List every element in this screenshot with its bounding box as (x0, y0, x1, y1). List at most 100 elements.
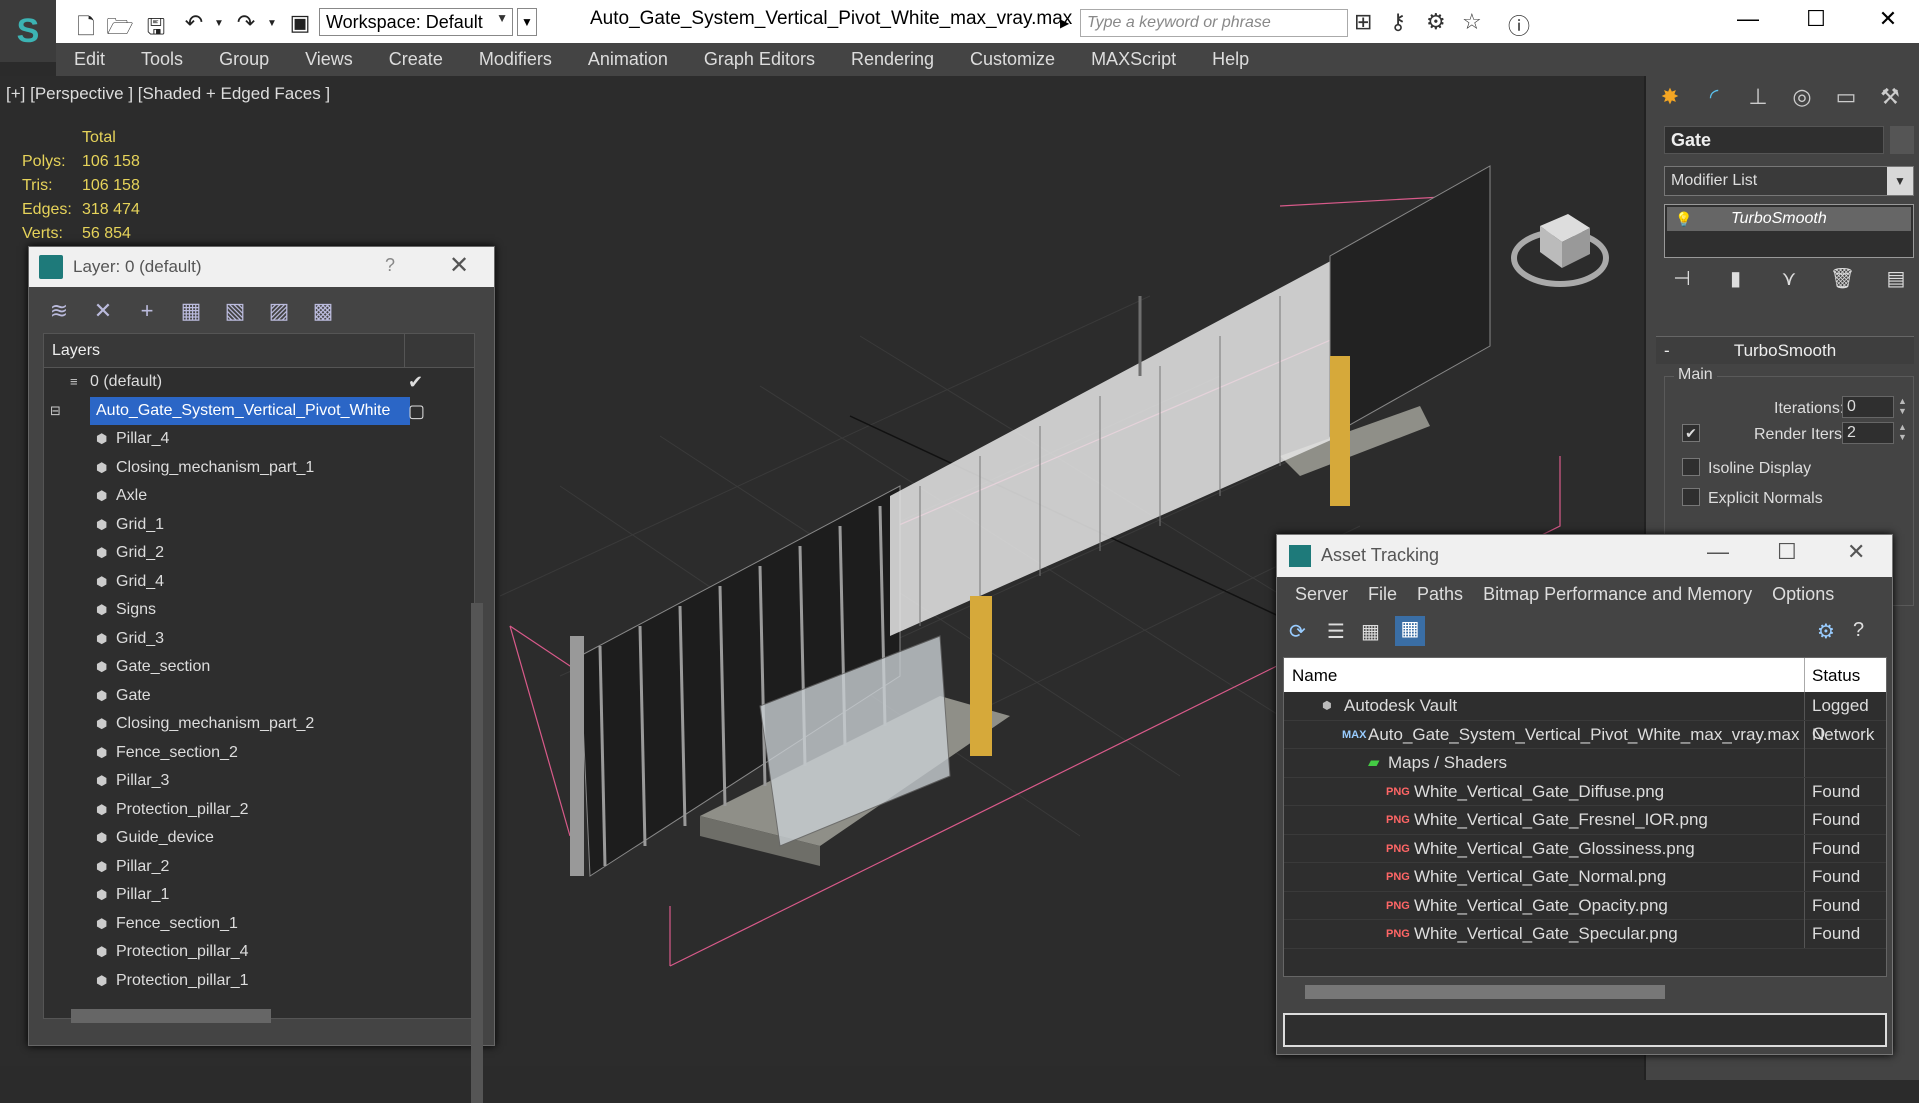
asset-row[interactable]: PNG White_Vertical_Gate_Normal.png Found (1284, 863, 1886, 892)
active-layer-check-icon[interactable]: ✔ (408, 368, 423, 396)
pin-stack-icon[interactable]: ⊣ (1664, 266, 1700, 296)
object-row[interactable]: ⬢ Pillar_4 (44, 425, 474, 454)
server-help-icon[interactable]: ⚙ (1817, 619, 1835, 644)
horizontal-scrollbar[interactable] (71, 1009, 271, 1023)
object-row[interactable]: ⬢ Protection_pillar_4 (44, 938, 474, 967)
menu-animation[interactable]: Animation (570, 49, 686, 70)
modifier-list-dropdown[interactable]: Modifier List ▼ (1664, 166, 1914, 196)
delete-icon[interactable]: ✕ (91, 298, 115, 324)
object-row[interactable]: ⬢ Pillar_2 (44, 853, 474, 882)
object-row[interactable]: ⬢ Fence_section_2 (44, 739, 474, 768)
layers-icon[interactable]: ≋ (47, 298, 71, 324)
search-input[interactable]: Type a keyword or phrase (1080, 9, 1348, 37)
redo-dropdown-icon[interactable]: ▼ (258, 18, 286, 29)
close-button[interactable]: ✕ (1868, 6, 1908, 32)
lightbulb-icon[interactable]: 💡 (1675, 207, 1692, 231)
favorites-star-icon[interactable]: ☆ (1462, 9, 1482, 35)
object-row[interactable]: ⬢ Gate (44, 682, 474, 711)
highlight-layer-icon[interactable]: ▨ (267, 298, 291, 324)
asset-row[interactable]: ▰ Maps / Shaders (1284, 749, 1886, 778)
asset-row[interactable]: PNG White_Vertical_Gate_Fresnel_IOR.png Fo… (1284, 806, 1886, 835)
stack-item-turbosmooth[interactable]: 💡 TurboSmooth (1667, 207, 1911, 231)
workspace-select[interactable]: Workspace: Default ▼ (319, 8, 513, 36)
menu-tools[interactable]: Tools (123, 49, 201, 70)
menu-maxscript[interactable]: MAXScript (1073, 49, 1194, 70)
show-end-result-icon[interactable]: ▮ (1718, 266, 1754, 296)
asset-row[interactable]: PNG White_Vertical_Gate_Specular.png Found (1284, 920, 1886, 949)
minimize-button[interactable]: — (1707, 539, 1729, 565)
hide-layers-icon[interactable]: ▩ (311, 298, 335, 324)
object-row[interactable]: ⬢ Protection_pillar_1 (44, 967, 474, 996)
modify-tab-icon[interactable]: ◜ (1696, 81, 1732, 113)
asset-row[interactable]: ⬢ Autodesk Vault Logged O (1284, 692, 1886, 743)
object-row[interactable]: ⬢ Fence_section_1 (44, 910, 474, 939)
help-icon[interactable]: ⓘ (1508, 9, 1530, 41)
account-icon[interactable]: ⚙ (1426, 9, 1446, 35)
asset-row[interactable]: PNG White_Vertical_Gate_Glossiness.png Fou… (1284, 834, 1886, 863)
menu-edit[interactable]: Edit (56, 49, 123, 70)
maximize-button[interactable]: ☐ (1796, 6, 1836, 32)
hierarchy-tab-icon[interactable]: ⊥ (1740, 81, 1776, 113)
app-logo-icon[interactable]: S (0, 0, 56, 62)
object-name-field[interactable]: Gate (1664, 126, 1884, 154)
add-icon[interactable]: + (135, 298, 159, 324)
workspace-menu-button[interactable]: ▼ (517, 8, 537, 36)
add-to-layer-icon[interactable]: ▦ (179, 298, 203, 324)
menu-views[interactable]: Views (287, 49, 371, 70)
object-row[interactable]: ⬢ Pillar_3 (44, 767, 474, 796)
menu-paths[interactable]: Paths (1407, 584, 1473, 605)
object-row[interactable]: ⬢ Signs (44, 596, 474, 625)
spinner-arrows-icon[interactable]: ▲ ▼ (1898, 422, 1910, 444)
motion-tab-icon[interactable]: ◎ (1784, 81, 1820, 113)
render-iters-spinner[interactable]: 2 (1842, 422, 1894, 444)
object-row[interactable]: ⬢ Grid_2 (44, 539, 474, 568)
set-active-layer-icon[interactable]: ▢ (408, 397, 425, 425)
object-row[interactable]: ⬢ Closing_mechanism_part_2 (44, 710, 474, 739)
key-icon[interactable]: ⚷ (1390, 9, 1406, 35)
collapse-icon[interactable]: ⊟ (50, 397, 61, 425)
display-tab-icon[interactable]: ▭ (1828, 81, 1864, 113)
layer-window-titlebar[interactable]: Layer: 0 (default) ? ✕ (29, 247, 494, 287)
spinner-arrows-icon[interactable]: ▲ ▼ (1898, 396, 1910, 418)
object-row[interactable]: ⬢ Grid_3 (44, 625, 474, 654)
search-expand-icon[interactable]: ▶ (1060, 9, 1076, 37)
thumbnail-view-icon[interactable]: ▦ (1361, 619, 1380, 644)
minimize-button[interactable]: — (1728, 6, 1768, 32)
close-button[interactable]: ✕ (1847, 539, 1865, 565)
utilities-tab-icon[interactable]: ⚒ (1872, 81, 1908, 113)
render-iters-checkbox[interactable]: ✔ (1682, 424, 1700, 442)
horizontal-scrollbar[interactable] (1305, 985, 1665, 999)
close-button[interactable]: ✕ (449, 251, 469, 280)
binoculars-icon[interactable]: ⊞ (1354, 9, 1372, 35)
iterations-spinner[interactable]: 0 (1842, 396, 1894, 418)
object-row[interactable]: ⬢ Grid_1 (44, 511, 474, 540)
undo-icon[interactable]: ↶ (180, 10, 208, 36)
object-row[interactable]: ⬢ Guide_device (44, 824, 474, 853)
remove-modifier-icon[interactable]: 🗑 (1825, 266, 1861, 296)
create-tab-icon[interactable]: ✸ (1652, 81, 1688, 113)
asset-row[interactable]: PNG White_Vertical_Gate_Opacity.png Found (1284, 891, 1886, 920)
menu-file[interactable]: File (1358, 584, 1407, 605)
redo-icon[interactable]: ↷ (232, 10, 260, 36)
object-row[interactable]: ⬢ Closing_mechanism_part_1 (44, 454, 474, 483)
make-unique-icon[interactable]: ⋎ (1771, 266, 1807, 296)
asset-row[interactable]: PNG White_Vertical_Gate_Diffuse.png Found (1284, 777, 1886, 806)
status-column-header[interactable]: Status (1812, 666, 1860, 686)
layer-row-default[interactable]: ≡ 0 (default) ✔ (44, 368, 474, 397)
asset-tracking-titlebar[interactable]: Asset Tracking — ☐ ✕ (1277, 535, 1892, 577)
menu-server[interactable]: Server (1285, 584, 1358, 605)
object-color-swatch[interactable] (1890, 126, 1914, 154)
menu-options[interactable]: Options (1762, 584, 1844, 605)
menu-group[interactable]: Group (201, 49, 287, 70)
maximize-button[interactable]: ☐ (1777, 539, 1797, 565)
menu-rendering[interactable]: Rendering (833, 49, 952, 70)
object-row[interactable]: ⬢ Axle (44, 482, 474, 511)
turbosmooth-rollout-header[interactable]: - TurboSmooth (1656, 336, 1914, 364)
viewcube-icon[interactable] (1510, 196, 1610, 296)
help-icon[interactable]: ? (1853, 619, 1864, 642)
refresh-icon[interactable]: ⟳ (1289, 619, 1306, 644)
viewport-label[interactable]: [+] [Perspective ] [Shaded + Edged Faces… (6, 84, 330, 104)
column-divider[interactable] (1804, 658, 1805, 692)
help-button[interactable]: ? (385, 255, 395, 276)
menu-bitmap-performance[interactable]: Bitmap Performance and Memory (1473, 584, 1762, 605)
